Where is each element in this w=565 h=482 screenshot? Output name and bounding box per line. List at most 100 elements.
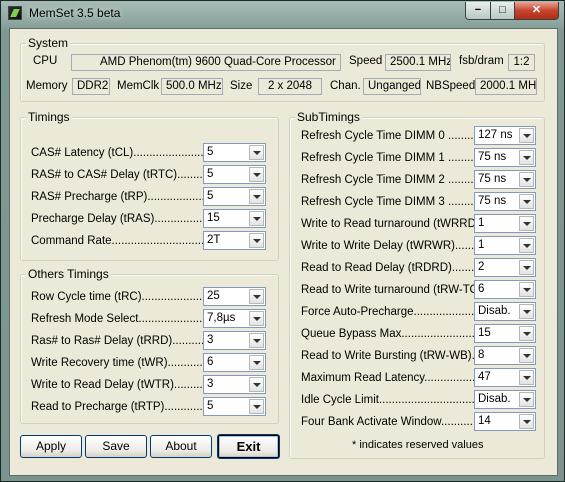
subtiming-select-value: 75 ns	[478, 195, 507, 207]
timing-select-value: 2T	[207, 234, 221, 246]
chevron-down-icon[interactable]	[519, 238, 534, 253]
chevron-down-icon[interactable]	[519, 414, 534, 429]
timing-select-value: 3	[207, 334, 214, 346]
fsbdram-label: fsb/dram	[459, 55, 504, 67]
chevron-down-icon[interactable]	[519, 392, 534, 407]
subtiming-select[interactable]: 15	[474, 324, 536, 343]
chevron-down-icon[interactable]	[519, 326, 534, 341]
subtiming-select[interactable]: 75 ns	[474, 148, 536, 167]
subtiming-select[interactable]: 75 ns	[474, 192, 536, 211]
exit-button[interactable]: Exit	[217, 434, 280, 459]
chevron-down-icon[interactable]	[519, 128, 534, 143]
memclk-label: MemClk	[117, 80, 160, 92]
size-value: 2 x 2048	[258, 78, 322, 95]
timing-label: RAS# Precharge (tRP)....................…	[31, 191, 231, 203]
chevron-down-icon[interactable]	[519, 282, 534, 297]
timing-label: Ras# to Ras# Delay (tRRD)...............…	[31, 335, 227, 347]
minimize-button[interactable]: −	[465, 2, 491, 20]
subtiming-select-value: 75 ns	[478, 151, 507, 163]
speed-value: 2500.1 MHz	[385, 54, 451, 71]
chevron-down-icon[interactable]	[519, 216, 534, 231]
about-button[interactable]: About	[150, 435, 212, 458]
subtiming-select-value: 1	[478, 239, 485, 251]
subtiming-select[interactable]: 8	[474, 346, 536, 365]
chevron-down-icon[interactable]	[519, 260, 534, 275]
chevron-down-icon[interactable]	[519, 150, 534, 165]
apply-button[interactable]: Apply	[20, 435, 82, 458]
subtiming-select-value: 127 ns	[478, 129, 513, 141]
chevron-down-icon[interactable]	[249, 355, 264, 370]
subtiming-select[interactable]: 47	[474, 368, 536, 387]
chevron-down-icon[interactable]	[249, 233, 264, 248]
timing-select[interactable]: 7,8µs	[203, 309, 266, 328]
chevron-down-icon[interactable]	[519, 370, 534, 385]
timing-select[interactable]: 5	[203, 143, 266, 162]
chevron-down-icon[interactable]	[519, 172, 534, 187]
chevron-down-icon[interactable]	[249, 145, 264, 160]
subtiming-select-value: Disab.	[478, 393, 511, 405]
subtiming-label: Read to Write turnaround (tRW-TO)	[301, 284, 483, 296]
chevron-down-icon[interactable]	[249, 333, 264, 348]
timing-select[interactable]: 5	[203, 165, 266, 184]
chevron-down-icon[interactable]	[249, 289, 264, 304]
chevron-down-icon[interactable]	[519, 194, 534, 209]
chevron-down-icon[interactable]	[249, 211, 264, 226]
subtiming-select[interactable]: 1	[474, 214, 536, 233]
subtiming-select[interactable]: Disab.	[474, 390, 536, 409]
timing-select-value: 25	[207, 290, 220, 302]
reserved-values-note: * indicates reserved values	[352, 439, 484, 451]
save-button[interactable]: Save	[85, 435, 147, 458]
timing-select-value: 15	[207, 212, 220, 224]
subtiming-select-value: 6	[478, 283, 485, 295]
chevron-down-icon[interactable]	[519, 348, 534, 363]
subtiming-label: Refresh Cycle Time DIMM 3 ..........	[301, 196, 480, 208]
subtiming-select[interactable]: 1	[474, 236, 536, 255]
timing-select-value: 5	[207, 190, 214, 202]
maximize-button[interactable]: □	[490, 2, 515, 20]
timing-select[interactable]: 3	[203, 331, 266, 350]
chevron-down-icon[interactable]	[249, 377, 264, 392]
subtiming-label: Four Bank Activate Window.............	[301, 416, 483, 428]
timing-select[interactable]: 3	[203, 375, 266, 394]
nbspeed-value: 2000.1 MHz	[475, 78, 537, 95]
title-bar[interactable]: MemSet 3.5 beta − □ ✕	[1, 1, 564, 27]
timing-label: Row Cycle time (tRC)....................…	[31, 291, 225, 303]
timing-select[interactable]: 5	[203, 187, 266, 206]
subtiming-select[interactable]: 14	[474, 412, 536, 431]
chevron-down-icon[interactable]	[249, 311, 264, 326]
system-group-title: System	[26, 36, 71, 50]
others-group-title: Others Timings	[26, 267, 111, 281]
chevron-down-icon[interactable]	[249, 399, 264, 414]
subtiming-label: Refresh Cycle Time DIMM 2 ..........	[301, 174, 480, 186]
chevron-down-icon[interactable]	[249, 189, 264, 204]
timing-label: Write to Read Delay (tWTR)..............…	[31, 379, 229, 391]
subtiming-label: Queue Bypass Max........................…	[301, 328, 488, 340]
memset-window: MemSet 3.5 beta − □ ✕ System CPU AMD Phe…	[0, 0, 565, 482]
subtiming-select[interactable]: 75 ns	[474, 170, 536, 189]
timing-select-value: 7,8µs	[207, 312, 236, 324]
timing-select-value: 5	[207, 168, 214, 180]
timing-label: RAS# to CAS# Delay (tRTC)...............	[31, 169, 226, 181]
timing-select-value: 5	[207, 400, 214, 412]
subtiming-label: Refresh Cycle Time DIMM 1 ..........	[301, 152, 480, 164]
subtiming-label: Read to Read Delay (tRDRD)............	[301, 262, 491, 274]
subtiming-select[interactable]: Disab.	[474, 302, 536, 321]
memory-label: Memory	[26, 80, 68, 92]
timing-select[interactable]: 2T	[203, 231, 266, 250]
close-button[interactable]: ✕	[514, 2, 559, 20]
timing-select[interactable]: 25	[203, 287, 266, 306]
subtiming-select-value: 14	[478, 415, 491, 427]
timing-select[interactable]: 5	[203, 397, 266, 416]
subtiming-select[interactable]: 2	[474, 258, 536, 277]
timing-select[interactable]: 15	[203, 209, 266, 228]
nbspeed-label: NBSpeed	[426, 80, 476, 92]
subtiming-select[interactable]: 127 ns	[474, 126, 536, 145]
chan-label: Chan.	[330, 80, 361, 92]
cpu-label: CPU	[33, 55, 58, 67]
subtiming-select[interactable]: 6	[474, 280, 536, 299]
chevron-down-icon[interactable]	[249, 167, 264, 182]
timing-select-value: 5	[207, 146, 214, 158]
chan-value: Unganged	[363, 78, 421, 95]
chevron-down-icon[interactable]	[519, 304, 534, 319]
timing-select[interactable]: 6	[203, 353, 266, 372]
